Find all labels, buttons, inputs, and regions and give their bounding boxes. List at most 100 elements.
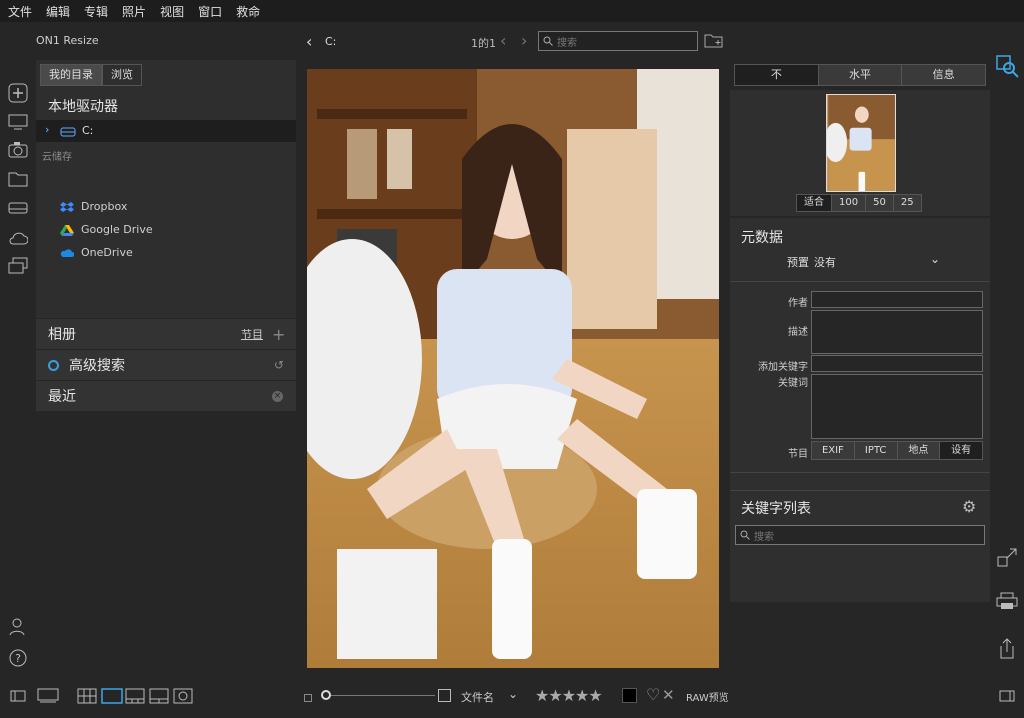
zoom-fit[interactable]: 适合 <box>797 195 832 211</box>
browse-search-icon[interactable] <box>995 54 1019 78</box>
heart-icon[interactable]: ♡ <box>646 685 660 704</box>
main-photo[interactable] <box>307 69 719 668</box>
grid-view-icon[interactable] <box>77 688 97 707</box>
add-keyword-field[interactable] <box>811 355 983 372</box>
drive-icon[interactable] <box>7 197 29 219</box>
search-icon <box>543 36 553 46</box>
author-label: 作者 <box>788 298 808 309</box>
zoom-50[interactable]: 50 <box>866 195 894 211</box>
keyword-search-input[interactable]: 搜索 <box>735 525 985 545</box>
albums-action-link[interactable]: 节目 <box>241 326 263 342</box>
preset-dropdown[interactable]: 没有 <box>814 254 836 270</box>
raw-preview-label[interactable]: RAW预览 <box>686 689 729 704</box>
tab-location[interactable]: 地点 <box>897 442 941 459</box>
advanced-search-label: 高级搜索 <box>69 358 125 374</box>
camera-icon[interactable] <box>7 139 29 161</box>
drive-row-c[interactable]: › C: <box>36 120 296 142</box>
compare-view-icon[interactable] <box>149 688 169 707</box>
checkbox-icon[interactable] <box>438 689 451 705</box>
menu-album[interactable]: 专辑 <box>84 3 108 20</box>
tab-iptc[interactable]: IPTC <box>854 442 898 459</box>
dropbox-icon <box>60 201 74 212</box>
menu-help[interactable]: 救命 <box>236 3 260 20</box>
menu-view[interactable]: 视图 <box>160 3 184 20</box>
detail-view-icon[interactable] <box>101 688 123 707</box>
google-drive-icon <box>60 224 74 236</box>
share-icon[interactable] <box>995 637 1019 661</box>
chevron-down-icon[interactable]: ⌄ <box>930 252 940 266</box>
tab-info[interactable]: 信息 <box>902 65 986 85</box>
tab-none[interactable]: 不 <box>735 65 819 85</box>
advanced-search-section[interactable]: 高级搜索 ↺ <box>36 350 296 380</box>
reject-icon[interactable]: ✕ <box>662 686 675 704</box>
cloud-storage-label: 云储存 <box>42 152 72 163</box>
cloud-item-onedrive[interactable]: OneDrive <box>60 246 133 259</box>
zoom-25[interactable]: 25 <box>893 195 921 211</box>
back-icon[interactable]: ‹ <box>306 32 312 51</box>
folder-icon[interactable] <box>7 168 29 190</box>
menu-photo[interactable]: 照片 <box>122 3 146 20</box>
tab-settings[interactable]: 设有 <box>940 442 982 459</box>
cloud-item-label: OneDrive <box>81 246 133 259</box>
navigator-thumbnail[interactable] <box>826 94 896 192</box>
cloud-item-dropbox[interactable]: Dropbox <box>60 200 127 213</box>
zoom-100[interactable]: 100 <box>832 195 867 211</box>
image-count: 1的1 <box>471 37 496 50</box>
search-placeholder: 搜索 <box>557 37 577 49</box>
color-label-swatch[interactable] <box>622 688 637 703</box>
gear-icon[interactable]: ⚙ <box>962 497 976 516</box>
search-circle-icon <box>48 359 59 371</box>
new-folder-icon[interactable] <box>704 32 724 51</box>
help-icon[interactable]: ? <box>7 647 29 669</box>
resize-icon[interactable] <box>995 546 1019 570</box>
description-field[interactable] <box>811 310 983 354</box>
add-icon[interactable] <box>7 82 29 104</box>
menu-file[interactable]: 文件 <box>8 3 32 20</box>
add-album-icon[interactable]: + <box>272 325 285 344</box>
menu-bar: 文件 编辑 专辑 照片 视图 窗口 救命 <box>0 0 1024 22</box>
clear-icon[interactable]: × <box>272 390 283 402</box>
thumbnail-size-slider[interactable] <box>325 695 435 696</box>
monitor-icon[interactable] <box>7 111 29 133</box>
tab-level[interactable]: 水平 <box>818 65 903 85</box>
svg-text:?: ? <box>15 652 21 665</box>
sort-chevron-icon[interactable]: ⌄ <box>508 687 518 701</box>
cloud-item-google-drive[interactable]: Google Drive <box>60 223 153 236</box>
keyword-search-placeholder: 搜索 <box>754 531 774 543</box>
recent-section[interactable]: 最近 × <box>36 381 296 411</box>
tab-my-catalog[interactable]: 我的目录 <box>40 64 102 86</box>
map-view-icon[interactable] <box>173 688 193 707</box>
right-panel-toggle-icon[interactable] <box>999 690 1015 705</box>
user-icon[interactable] <box>7 616 29 638</box>
tab-browse[interactable]: 浏览 <box>102 64 142 86</box>
author-field[interactable] <box>811 291 983 308</box>
onedrive-icon <box>60 248 74 257</box>
albums-label: 相册 <box>48 327 76 343</box>
print-icon[interactable] <box>995 589 1019 613</box>
next-icon[interactable]: › <box>521 31 527 50</box>
chevron-right-icon[interactable]: › <box>45 123 49 136</box>
left-rail: ? <box>0 22 35 682</box>
filmstrip-view-icon[interactable] <box>125 688 145 707</box>
menu-edit[interactable]: 编辑 <box>46 3 70 20</box>
keywords-field[interactable] <box>811 374 983 439</box>
menu-window[interactable]: 窗口 <box>198 3 222 20</box>
divider <box>730 490 990 491</box>
albums-section[interactable]: 相册 节目 + <box>36 319 296 349</box>
cloud-icon[interactable] <box>7 227 29 249</box>
layers-icon[interactable] <box>7 255 29 277</box>
prev-icon[interactable]: ‹ <box>500 31 506 50</box>
sort-dropdown[interactable]: 文件名 <box>461 689 494 705</box>
tab-exif[interactable]: EXIF <box>812 442 855 459</box>
local-drives-section: 本地驱动器 › C: 云储存 Dropbox Google Drive OneD… <box>36 90 296 318</box>
slider-handle[interactable] <box>321 690 331 700</box>
divider <box>730 472 990 473</box>
search-input[interactable]: 搜索 <box>538 31 698 51</box>
add-keyword-label: 添加关键字 <box>758 362 808 373</box>
star-rating[interactable]: ★★★★★ <box>535 686 603 705</box>
keyword-list-header: 关键字列表 <box>741 501 811 517</box>
description-label: 描述 <box>788 327 808 338</box>
reset-icon[interactable]: ↺ <box>274 358 284 372</box>
filmstrip-icon[interactable] <box>37 688 59 707</box>
left-panel-toggle-icon[interactable] <box>10 690 26 705</box>
